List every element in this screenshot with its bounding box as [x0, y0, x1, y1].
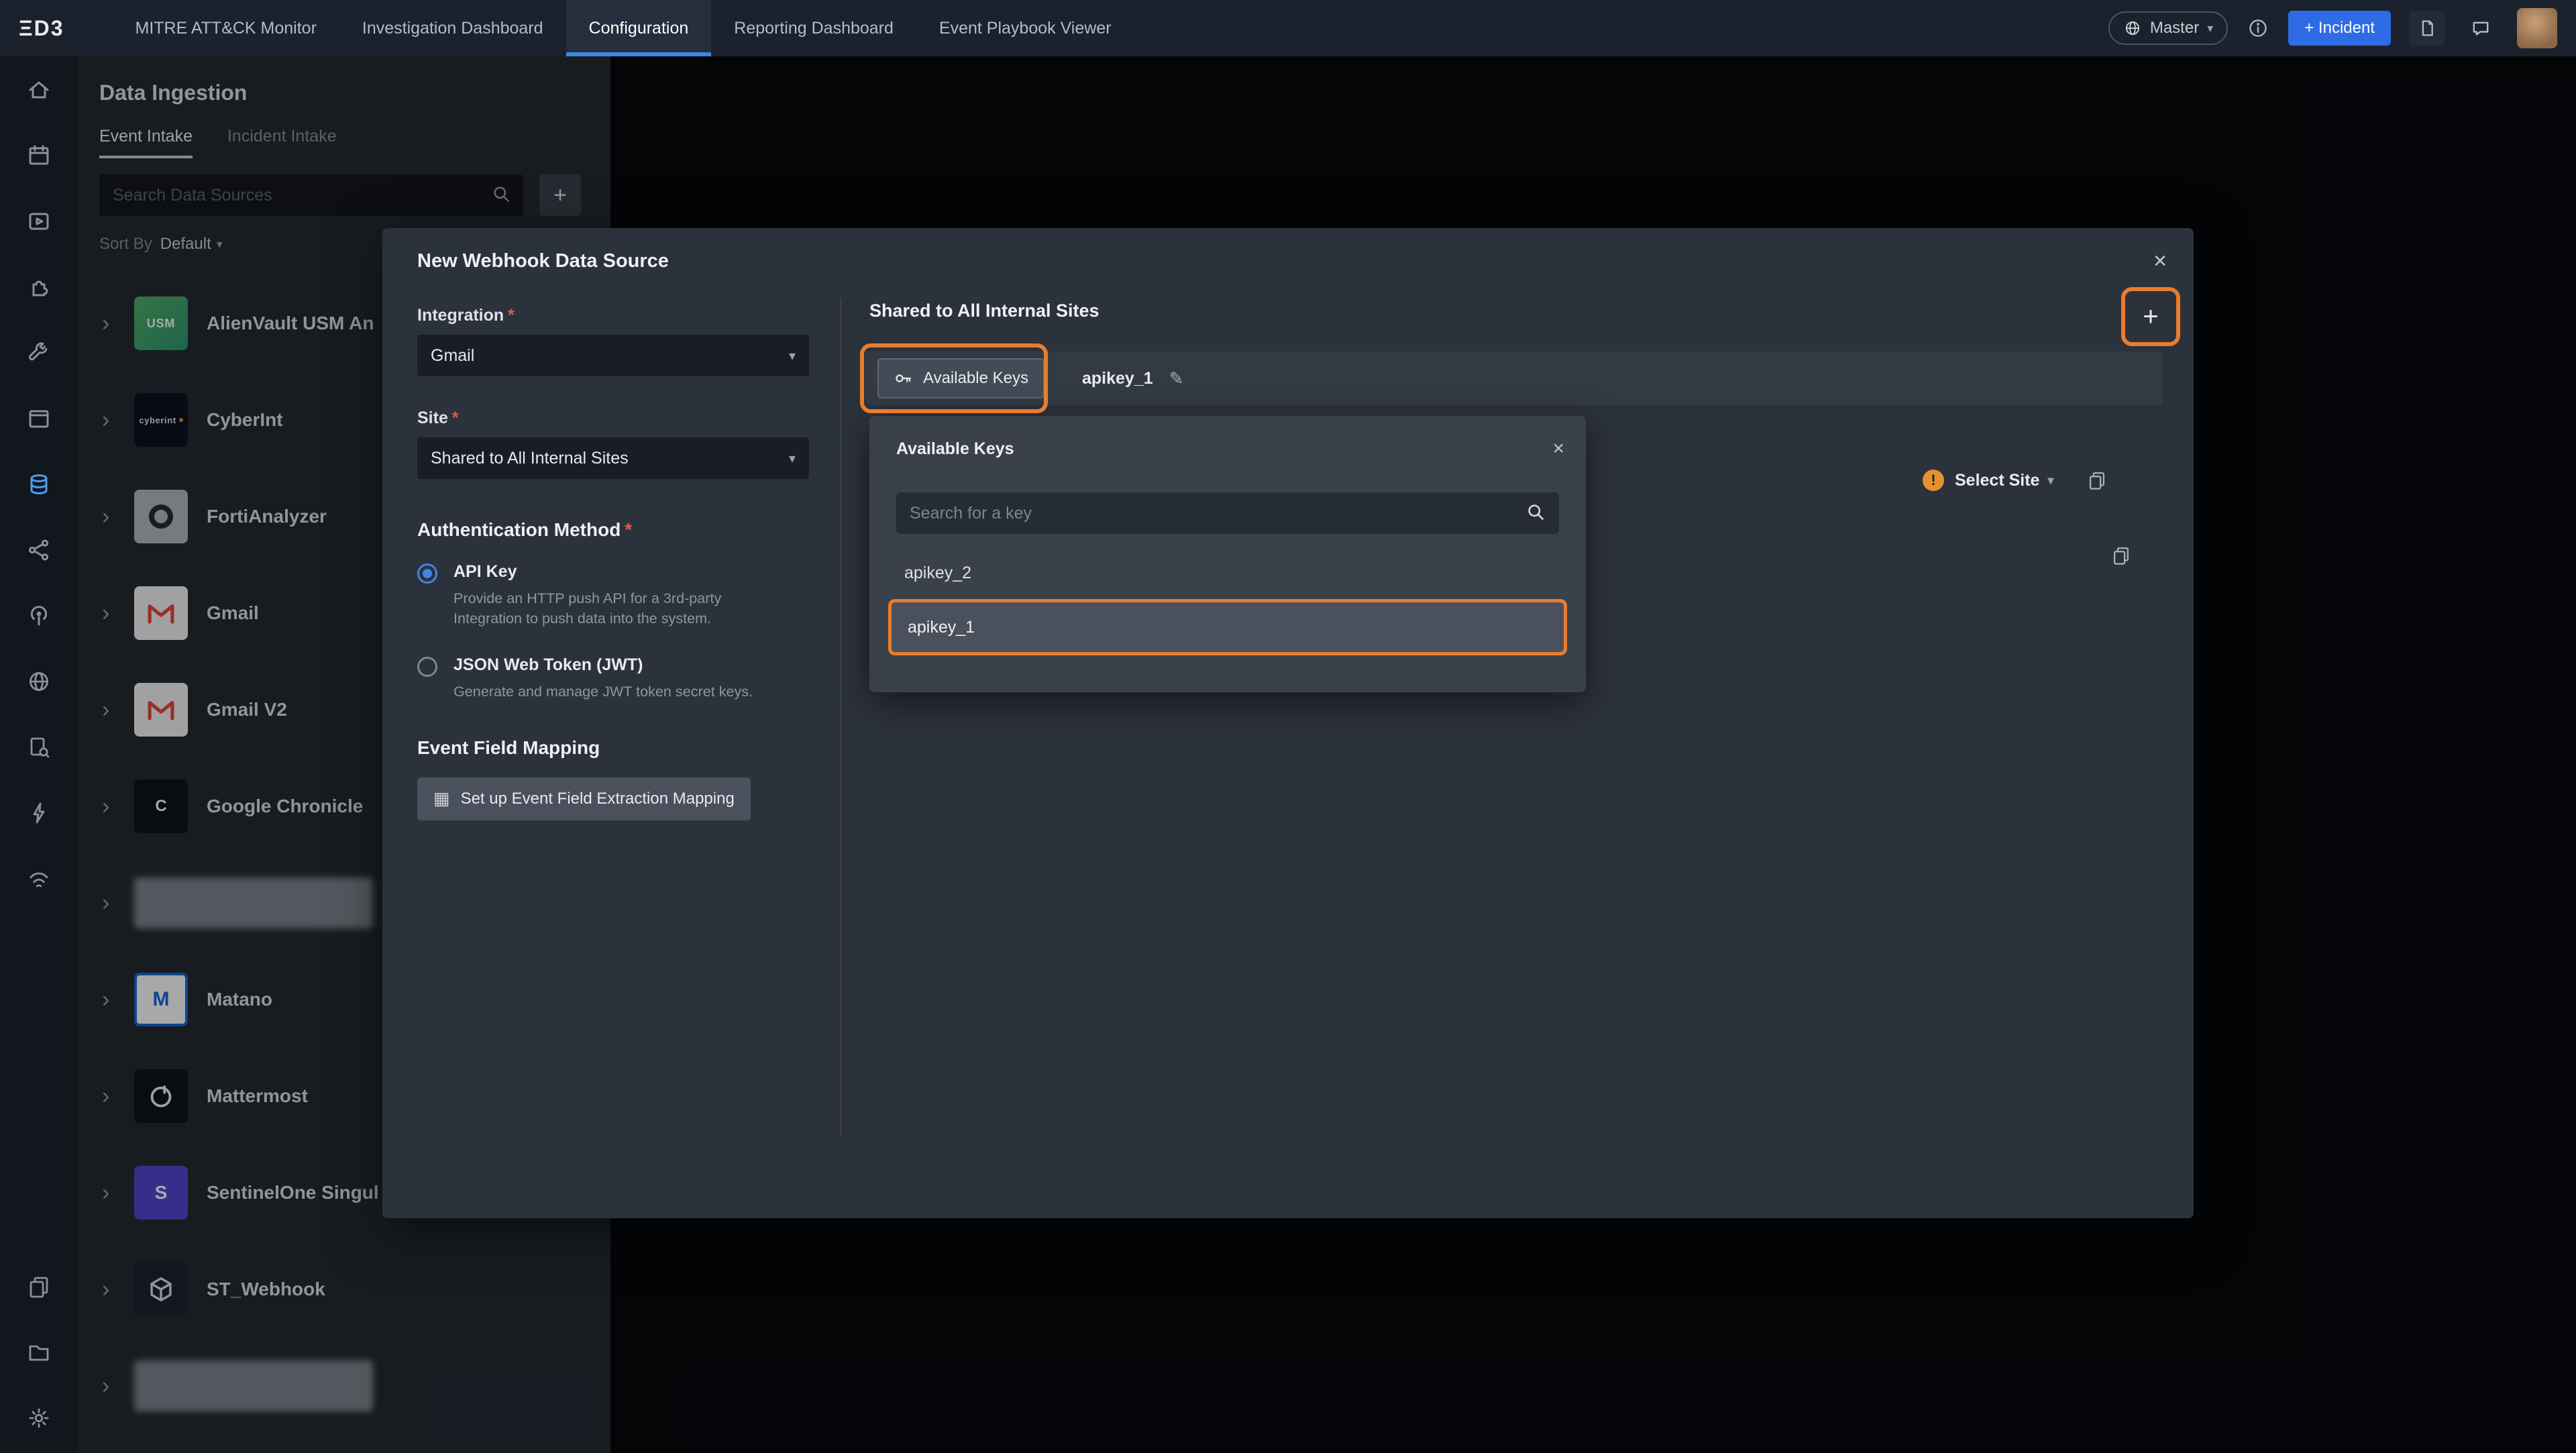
avatar[interactable] [2517, 8, 2557, 48]
sidebar-bottom-group [25, 1273, 52, 1432]
document-search-icon[interactable] [25, 734, 52, 761]
warning-icon: ! [1923, 470, 1944, 491]
chevron-down-icon: ▾ [789, 347, 796, 364]
integration-label: Integration* [417, 306, 809, 325]
top-nav: ΞD3 MITRE ATT&CK Monitor Investigation D… [0, 0, 2576, 56]
api-key-desc: Provide an HTTP push API for a 3rd-party… [453, 588, 770, 629]
broadcast-icon[interactable] [25, 602, 52, 629]
lightning-icon[interactable] [25, 800, 52, 826]
globe-icon [2123, 19, 2142, 38]
modal-header: New Webhook Data Source × [382, 228, 2194, 274]
chevron-down-icon: ▾ [789, 450, 796, 467]
required-mark: * [625, 519, 632, 540]
api-key-row: Available Keys apikey_1 ✎ [865, 352, 2163, 405]
integrations-puzzle-icon[interactable] [25, 274, 52, 301]
gear-icon[interactable] [25, 1405, 52, 1432]
available-keys-button[interactable]: Available Keys [877, 358, 1044, 398]
app-root: ΞD3 MITRE ATT&CK Monitor Investigation D… [0, 0, 2576, 1453]
modal-title: New Webhook Data Source [417, 250, 669, 272]
master-label: Master [2150, 19, 2199, 38]
key-option-apikey-1-selected[interactable]: apikey_1 [888, 599, 1567, 655]
auth-option-api-key: API Key Provide an HTTP push API for a 3… [417, 562, 809, 629]
add-incident-button[interactable]: + Incident [2288, 11, 2391, 46]
jwt-desc: Generate and manage JWT token secret key… [453, 682, 770, 702]
data-ingestion-database-icon[interactable] [25, 471, 52, 498]
nav-item-configuration[interactable]: Configuration [566, 0, 712, 56]
required-mark: * [452, 409, 459, 427]
video-playbook-icon[interactable] [25, 208, 52, 235]
chevron-down-icon: ▾ [2207, 21, 2213, 36]
folder-icon[interactable] [25, 1339, 52, 1366]
site-label: Site* [417, 409, 809, 428]
copy-icon[interactable] [2086, 470, 2108, 491]
d3-logo-icon[interactable]: ΞD3 [19, 16, 64, 41]
grid-icon: ▦ [433, 788, 450, 809]
key-icon [894, 368, 914, 388]
web-globe-icon[interactable] [25, 668, 52, 695]
new-webhook-modal: New Webhook Data Source × Integration* G… [382, 228, 2194, 1218]
pages-copy-icon[interactable] [25, 1273, 52, 1300]
auth-option-jwt: JSON Web Token (JWT) Generate and manage… [417, 655, 809, 702]
nav-right-cluster: Master ▾ + Incident [2108, 8, 2576, 48]
calendar-icon[interactable] [25, 142, 52, 169]
search-icon [1525, 502, 1547, 523]
chevron-down-icon: ▾ [2047, 474, 2053, 488]
site-dropdown[interactable]: Shared to All Internal Sites ▾ [417, 437, 809, 479]
share-network-icon[interactable] [25, 537, 52, 563]
shared-sites-heading: Shared to All Internal Sites [869, 301, 1099, 321]
setup-mapping-button[interactable]: ▦ Set up Event Field Extraction Mapping [417, 777, 751, 820]
key-option-apikey-2[interactable]: apikey_2 [904, 563, 1586, 583]
nav-item-investigation[interactable]: Investigation Dashboard [339, 0, 566, 56]
add-key-annotation: + [2121, 287, 2180, 346]
available-keys-popup: Available Keys × apikey_2 apikey_1 [869, 416, 1586, 692]
add-key-button[interactable]: + [2129, 295, 2172, 338]
auth-method-heading: Authentication Method* [417, 519, 809, 541]
info-icon[interactable] [2247, 17, 2269, 40]
window-icon[interactable] [25, 405, 52, 432]
master-site-selector[interactable]: Master ▾ [2108, 11, 2228, 45]
document-icon[interactable] [2410, 11, 2445, 46]
key-search-box [896, 492, 1559, 534]
nav-item-mitre[interactable]: MITRE ATT&CK Monitor [113, 0, 339, 56]
api-key-label: API Key [453, 562, 770, 582]
chat-icon[interactable] [2463, 11, 2498, 46]
home-icon[interactable] [25, 76, 52, 103]
copy-icon[interactable] [2110, 545, 2132, 566]
integration-dropdown[interactable]: Gmail ▾ [417, 335, 809, 376]
select-site-dropdown[interactable]: Select Site▾ [1955, 471, 2054, 490]
left-icon-sidebar [0, 56, 78, 1453]
popup-header: Available Keys × [869, 416, 1586, 460]
fingerprint-icon[interactable] [25, 865, 52, 892]
edit-key-icon[interactable]: ✎ [1169, 368, 1184, 389]
event-field-mapping-heading: Event Field Mapping [417, 737, 809, 759]
key-search-input[interactable] [896, 492, 1559, 534]
tools-wrench-icon[interactable] [25, 339, 52, 366]
modal-left-column: Integration* Gmail ▾ Site* Shared to All… [417, 306, 809, 820]
jwt-radio[interactable] [417, 657, 437, 677]
nav-item-reporting[interactable]: Reporting Dashboard [711, 0, 916, 56]
close-icon[interactable]: × [2153, 248, 2167, 274]
popup-title: Available Keys [896, 439, 1014, 459]
column-divider [840, 298, 841, 1135]
selected-key-name: apikey_1 [1082, 369, 1153, 388]
jwt-label: JSON Web Token (JWT) [453, 655, 770, 675]
nav-item-playbook[interactable]: Event Playbook Viewer [916, 0, 1134, 56]
key-site-row: ! Select Site▾ [1923, 470, 2108, 491]
required-mark: * [508, 306, 515, 325]
close-icon[interactable]: × [1552, 437, 1564, 460]
nav-menu: MITRE ATT&CK Monitor Investigation Dashb… [113, 0, 1134, 56]
api-key-radio[interactable] [417, 563, 437, 584]
